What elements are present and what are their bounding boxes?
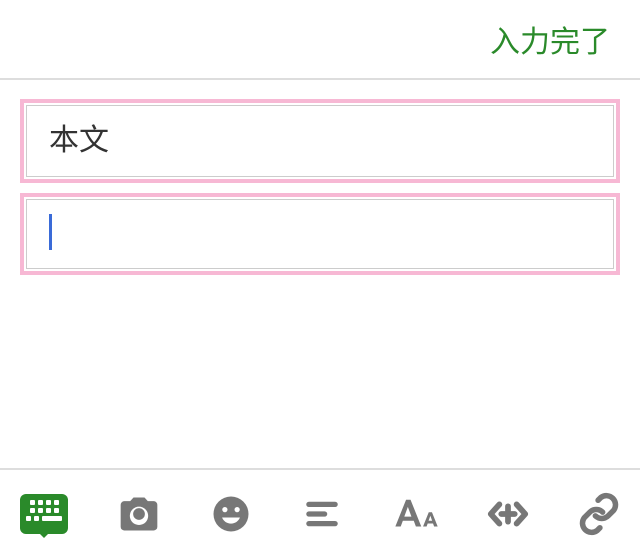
align-button[interactable] — [299, 490, 344, 538]
header-bar: 入力完了 — [0, 0, 640, 80]
keyboard-button[interactable] — [18, 486, 71, 542]
code-icon — [485, 491, 531, 537]
font-size-button[interactable] — [391, 490, 439, 538]
keyboard-icon — [20, 494, 68, 534]
body-field-highlight — [20, 193, 620, 275]
editor-area — [0, 80, 640, 468]
body-input[interactable] — [26, 199, 614, 269]
align-left-icon — [301, 493, 343, 535]
done-button[interactable]: 入力完了 — [490, 17, 610, 61]
title-input[interactable] — [26, 105, 614, 177]
emoji-icon — [210, 493, 252, 535]
camera-button[interactable] — [117, 490, 162, 538]
camera-icon — [117, 492, 161, 536]
link-icon — [577, 492, 621, 536]
title-field-highlight — [20, 99, 620, 183]
code-button[interactable] — [485, 490, 531, 538]
link-button[interactable] — [577, 490, 622, 538]
emoji-button[interactable] — [208, 490, 253, 538]
text-cursor — [49, 214, 52, 250]
font-size-icon — [390, 492, 440, 536]
bottom-toolbar — [0, 468, 640, 558]
